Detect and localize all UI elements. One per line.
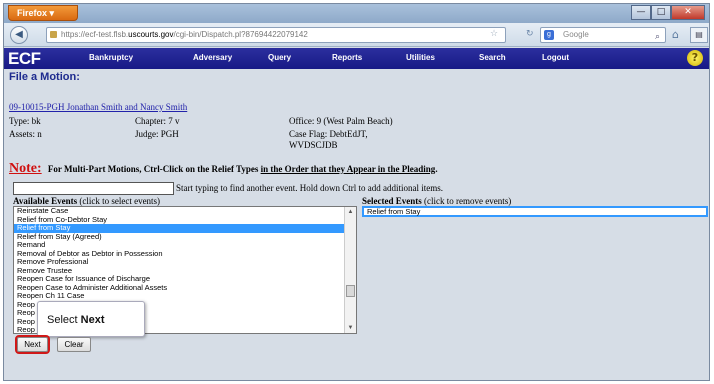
case-assets: Assets: n <box>9 129 42 139</box>
menu-adversary[interactable]: Adversary <box>193 52 232 64</box>
browser-window: Firefox ▾ — □ ✕ ◀ https://ecf-test.flsb.… <box>3 3 710 381</box>
search-placeholder: Google <box>563 30 589 39</box>
note-period: . <box>435 164 438 174</box>
selected-events-hint: (click to remove events) <box>424 196 512 206</box>
available-event-item[interactable]: Relief from Stay (Agreed) <box>14 232 356 242</box>
available-events-scrollbar[interactable]: ▲ ▼ <box>344 207 356 333</box>
instruction-callout: Select Next <box>37 301 145 337</box>
available-events-hint: (click to select events) <box>79 196 161 206</box>
ecf-logo: ECF <box>8 49 41 68</box>
note-label: Note: <box>9 161 42 176</box>
star-icon[interactable]: ☆ <box>490 29 498 39</box>
available-event-item[interactable]: Reopen Ch 11 Case <box>14 291 356 301</box>
selected-events-title: Selected Events <box>362 196 422 206</box>
menu-utilities[interactable]: Utilities <box>406 52 435 64</box>
note-text: For Multi-Part Motions, Ctrl-Click on th… <box>47 164 259 174</box>
event-search-input[interactable] <box>13 182 174 195</box>
menu-icon[interactable]: ▤ <box>690 27 708 43</box>
callout-bold-text: Next <box>80 314 105 326</box>
search-icon[interactable]: ⌕ <box>655 29 660 43</box>
page-title: File a Motion: <box>9 71 80 83</box>
title-bar: Firefox ▾ — □ ✕ <box>4 4 709 23</box>
window-controls: — □ ✕ <box>631 5 705 21</box>
case-judge: Judge: PGH <box>135 129 179 139</box>
case-office: Office: 9 (West Palm Beach) <box>289 116 393 126</box>
maximize-button[interactable]: □ <box>651 5 671 20</box>
search-engine-icon[interactable]: g <box>544 30 554 40</box>
case-flag-cont: WVDSCJDB <box>289 140 338 150</box>
search-bar[interactable]: g Google ⌕ <box>540 27 666 43</box>
scroll-up-arrow-icon[interactable]: ▲ <box>345 207 356 217</box>
reload-icon[interactable]: ↻ <box>526 29 534 39</box>
case-link[interactable]: 09-10015-PGH Jonathan Smith and Nancy Sm… <box>9 102 187 112</box>
url-bar[interactable]: https://ecf-test.flsb.uscourts.gov/cgi-b… <box>46 27 506 43</box>
selected-event-item[interactable]: Relief from Stay <box>364 208 706 216</box>
minimize-button[interactable]: — <box>631 5 651 20</box>
firefox-menu-button[interactable]: Firefox ▾ <box>8 5 78 21</box>
url-prefix: https://ecf-test.flsb. <box>61 30 129 39</box>
selected-events-label: Selected Events (click to remove events) <box>362 196 511 206</box>
note-line: Note: For Multi-Part Motions, Ctrl-Click… <box>9 161 438 177</box>
help-icon[interactable]: ? <box>687 50 703 66</box>
scroll-down-arrow-icon[interactable]: ▼ <box>345 323 356 333</box>
home-icon[interactable]: ⌂ <box>672 28 679 41</box>
case-chapter: Chapter: 7 v <box>135 116 180 126</box>
navigation-bar: ◀ https://ecf-test.flsb.uscourts.gov/cgi… <box>4 23 709 47</box>
note-text-underlined: in the Order that they Appear in the Ple… <box>260 164 436 174</box>
menu-bankruptcy[interactable]: Bankruptcy <box>89 52 133 64</box>
lock-icon <box>50 31 57 38</box>
ecf-menu-bar: ECF Bankruptcy Adversary Query Reports U… <box>4 48 709 69</box>
next-button[interactable]: Next <box>15 335 50 354</box>
url-path: /cgi-bin/Dispatch.pl?87694422079142 <box>173 30 308 39</box>
close-button[interactable]: ✕ <box>671 5 705 20</box>
selected-events-list[interactable]: Relief from Stay <box>362 206 708 217</box>
menu-reports[interactable]: Reports <box>332 52 362 64</box>
clear-button[interactable]: Clear <box>57 337 91 352</box>
case-type: Type: bk <box>9 116 41 126</box>
main-content: File a Motion: 09-10015-PGH Jonathan Smi… <box>4 69 709 380</box>
callout-text: Select <box>47 314 78 326</box>
available-events-title: Available Events <box>13 196 78 206</box>
case-flag: Case Flag: DebtEdJT, <box>289 129 368 139</box>
available-events-label: Available Events (click to select events… <box>13 196 160 206</box>
menu-query[interactable]: Query <box>268 52 291 64</box>
scroll-thumb[interactable] <box>346 285 355 297</box>
event-search-hint: Start typing to find another event. Hold… <box>176 183 443 193</box>
menu-logout[interactable]: Logout <box>542 52 569 64</box>
menu-search[interactable]: Search <box>479 52 506 64</box>
back-arrow-icon[interactable]: ◀ <box>10 26 28 44</box>
url-domain: uscourts.gov <box>128 30 174 39</box>
